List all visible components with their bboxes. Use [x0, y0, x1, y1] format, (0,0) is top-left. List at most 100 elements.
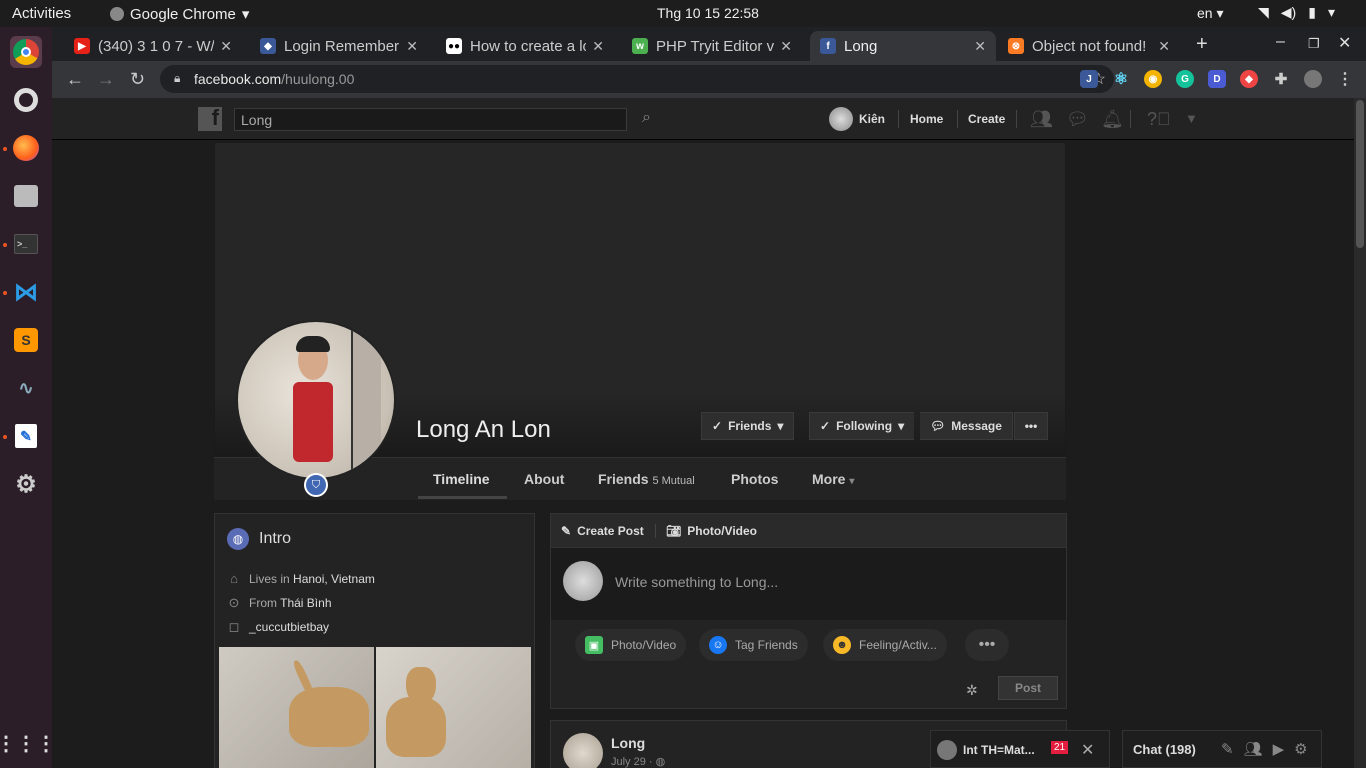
scrollbar-thumb[interactable]	[1356, 100, 1364, 248]
activities-button[interactable]: Activities	[12, 5, 71, 22]
lock-icon[interactable]: 🔒︎	[174, 71, 180, 86]
tab-how-to-create[interactable]: ●● How to create a lo ✕	[436, 31, 614, 61]
tab-photos[interactable]: Photos	[731, 471, 778, 487]
instagram-link[interactable]: _cuccutbietbay	[249, 620, 329, 634]
home-link[interactable]: Home	[910, 112, 943, 126]
composer-placeholder[interactable]: Write something to Long...	[615, 574, 778, 590]
search-input[interactable]	[234, 108, 627, 131]
notifications-icon[interactable]: 🔔︎	[1101, 109, 1124, 130]
profile-name[interactable]: Long An Lon	[416, 416, 551, 444]
new-tab-button[interactable]: +	[1196, 33, 1208, 56]
clock[interactable]: Thg 10 15 22:58	[657, 5, 759, 21]
featured-photo[interactable]	[219, 647, 374, 768]
profile-avatar[interactable]	[1304, 70, 1322, 88]
settings-icon[interactable]: ⚙	[10, 468, 42, 500]
composer-body[interactable]: Write something to Long...	[551, 548, 1066, 620]
tab-object-not-found[interactable]: ⊗ Object not found! ✕	[998, 31, 1180, 61]
messenger-icon[interactable]: 💬︎	[1066, 109, 1089, 130]
profile-picture[interactable]	[236, 320, 396, 480]
profile-link[interactable]: Kiên	[859, 112, 885, 126]
facebook-logo-icon[interactable]: f	[198, 105, 222, 131]
close-icon[interactable]: ✕	[780, 38, 792, 55]
avatar[interactable]	[829, 107, 853, 131]
sublime-icon[interactable]: S	[10, 324, 42, 356]
tab-about[interactable]: About	[524, 471, 564, 487]
featured-photo[interactable]	[376, 647, 531, 768]
create-post-button[interactable]: ✎ Create Post	[561, 524, 644, 538]
url-text[interactable]: facebook.com/huulong.00	[194, 71, 354, 87]
close-icon[interactable]: ✕	[974, 38, 986, 55]
photo-video-button[interactable]: 📷︎ Photo/Video	[666, 524, 757, 538]
close-icon[interactable]: ✕	[220, 38, 232, 55]
close-icon[interactable]: ✕	[1158, 38, 1170, 55]
system-monitor-icon[interactable]: ∿	[10, 372, 42, 404]
address-bar[interactable]: 🔒︎ facebook.com/huulong.00 ☆	[160, 65, 1114, 93]
lives-in-link[interactable]: Hanoi, Vietnam	[293, 572, 375, 586]
tab-long[interactable]: f Long ✕	[810, 31, 996, 61]
extension-d-icon[interactable]: D	[1208, 70, 1226, 88]
close-icon[interactable]: ✕	[1081, 740, 1094, 760]
post-author[interactable]: Long	[611, 735, 645, 751]
tab-login-remember[interactable]: ◆ Login Remember ✕	[250, 31, 428, 61]
close-icon[interactable]: ✕	[592, 38, 604, 55]
tab-php-tryit[interactable]: w PHP Tryit Editor v ✕	[622, 31, 802, 61]
show-applications-icon[interactable]: ⋮⋮⋮	[0, 727, 56, 759]
extension-j-icon[interactable]: J	[1080, 70, 1098, 88]
friend-requests-icon[interactable]: 👥︎	[1030, 109, 1053, 130]
menu-kebab-icon[interactable]: ⋮	[1336, 70, 1354, 88]
tab-friends[interactable]: Friends 5 Mutual	[598, 471, 695, 487]
terminal-icon[interactable]: >_	[10, 228, 42, 260]
system-tray[interactable]: ◥ ◀) ▮ ▾	[1258, 4, 1335, 21]
close-window-button[interactable]: ✕	[1338, 33, 1351, 53]
from-link[interactable]: Thái Bình	[280, 596, 331, 610]
app-menu[interactable]: Google Chrome ▾	[110, 5, 249, 23]
forward-button[interactable]: →	[97, 69, 115, 90]
chat-conversation-tab[interactable]: Int TH=Mat... 21 ✕	[930, 730, 1110, 768]
minimize-button[interactable]: –	[1276, 33, 1285, 51]
more-options-pill[interactable]: •••	[965, 629, 1009, 661]
tab-more[interactable]: More ▾	[812, 471, 854, 487]
language-indicator[interactable]: en ▾	[1197, 5, 1224, 22]
group-icon[interactable]: 👥︎	[1244, 740, 1263, 758]
post-date[interactable]: July 29 · ◍	[611, 755, 665, 768]
files-icon[interactable]	[10, 180, 42, 212]
extension-fox-icon[interactable]: ◆	[1240, 70, 1258, 88]
video-icon[interactable]: ▶	[1273, 740, 1285, 758]
chat-sidebar-bar[interactable]: Chat (198) ✎ 👥︎ ▶ ⚙	[1122, 730, 1322, 768]
w3schools-icon: w	[632, 38, 648, 54]
message-button[interactable]: 💬︎ Message	[920, 412, 1013, 440]
extension-owl-icon[interactable]: ◉	[1144, 70, 1162, 88]
gear-icon[interactable]: ⚙	[1294, 740, 1307, 758]
react-devtools-icon[interactable]: ⚛	[1112, 70, 1130, 88]
firefox-icon[interactable]	[10, 132, 42, 164]
tag-friends-pill[interactable]: ☺ Tag Friends	[699, 629, 808, 661]
chrome-icon[interactable]	[10, 36, 42, 68]
maximize-button[interactable]: ❐	[1308, 36, 1320, 52]
post-button[interactable]: Post	[998, 676, 1058, 700]
photo-video-pill[interactable]: ▣ Photo/Video	[575, 629, 687, 661]
tab-youtube[interactable]: ▶ (340) 3 1 0 7 - W/n ✕	[64, 31, 242, 61]
tab-timeline[interactable]: Timeline	[433, 471, 490, 487]
avatar[interactable]	[563, 733, 603, 768]
settings-icon[interactable]: ✲	[966, 682, 978, 699]
opera-icon[interactable]	[10, 84, 42, 116]
search-icon[interactable]: ⌕	[642, 109, 651, 127]
account-menu-chevron-icon[interactable]: ▼	[1185, 111, 1198, 126]
profile-picture-strip	[351, 322, 381, 478]
friends-button[interactable]: ✓ Friends ▾	[701, 412, 795, 440]
text-editor-icon[interactable]: ✎	[10, 420, 42, 452]
vscode-icon[interactable]: ⋈	[10, 276, 42, 308]
help-icon[interactable]: ?⃝	[1147, 109, 1171, 130]
create-link[interactable]: Create	[968, 112, 1005, 126]
more-options-button[interactable]: •••	[1014, 412, 1048, 440]
reload-button[interactable]: ↻	[130, 69, 145, 90]
extensions-puzzle-icon[interactable]: ✚	[1272, 70, 1290, 88]
feeling-activity-pill[interactable]: ☻ Feeling/Activ...	[823, 629, 947, 661]
chat-label[interactable]: Chat (198)	[1133, 742, 1196, 757]
following-button[interactable]: ✓ Following ▾	[809, 412, 915, 440]
compose-icon[interactable]: ✎	[1221, 740, 1234, 758]
close-icon[interactable]: ✕	[406, 38, 418, 55]
scrollbar[interactable]	[1354, 98, 1366, 768]
back-button[interactable]: ←	[66, 69, 84, 90]
grammarly-icon[interactable]: G	[1176, 70, 1194, 88]
